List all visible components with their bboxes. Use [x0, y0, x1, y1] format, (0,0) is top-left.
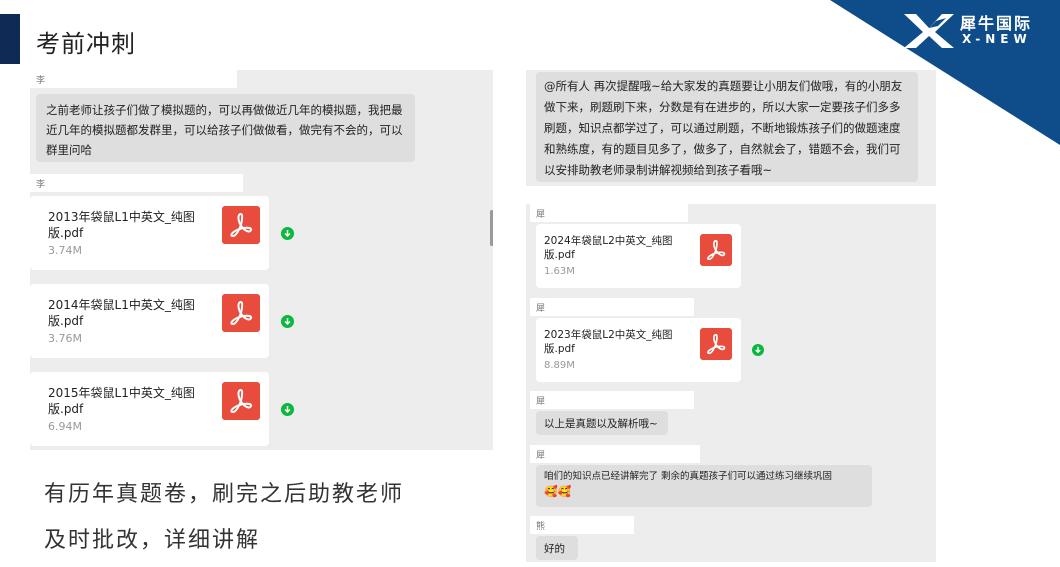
message-bubble: 之前老师让孩子们做了模拟题的，可以再做做近几年的模拟题，我把最近几年的模拟题都发… — [36, 94, 415, 162]
file-card[interactable]: 2014年袋鼠L1中英文_纯图版.pdf 3.76M — [30, 284, 269, 358]
file-card[interactable]: 2015年袋鼠L1中英文_纯图版.pdf 6.94M — [30, 372, 269, 446]
file-name: 2013年袋鼠L1中英文_纯图版.pdf — [48, 210, 195, 240]
chat-screenshot-right-bottom: 犀 2024年袋鼠L2中英文_纯图版.pdf 1.63M 犀 2023年袋鼠L2… — [526, 204, 936, 562]
message-text: 咱们的知识点已经讲解完了 剩余的真题孩子们可以通过练习继续巩固 — [544, 471, 833, 482]
sender-name: 犀 — [530, 298, 694, 316]
slide: 考前冲刺 犀牛国际 X-NEW 李 之前老师让孩子们做了模拟题的，可以再做做近几… — [0, 0, 1060, 567]
pdf-icon — [222, 382, 260, 420]
file-card[interactable]: 2013年袋鼠L1中英文_纯图版.pdf 3.74M — [30, 196, 269, 270]
scrollbar[interactable] — [490, 210, 493, 246]
file-name: 2015年袋鼠L1中英文_纯图版.pdf — [48, 386, 195, 416]
file-size: 3.76M — [48, 332, 82, 345]
title-accent-bar — [0, 14, 20, 64]
pdf-icon — [222, 206, 260, 244]
file-name: 2023年袋鼠L2中英文_纯图版.pdf — [544, 329, 673, 355]
file-card[interactable]: 2023年袋鼠L2中英文_纯图版.pdf 8.89M — [536, 318, 741, 382]
sender-name: 犀 — [530, 445, 700, 463]
message-bubble: 以上是真题以及解析哦~ — [536, 411, 668, 435]
chat-screenshot-left: 李 之前老师让孩子们做了模拟题的，可以再做做近几年的模拟题，我把最近几年的模拟题… — [30, 70, 493, 450]
sender-name: 李 — [30, 174, 243, 192]
pdf-icon — [222, 294, 260, 332]
brand-name-cn: 犀牛国际 — [960, 14, 1033, 33]
file-size: 8.89M — [544, 360, 575, 371]
file-name: 2014年袋鼠L1中英文_纯图版.pdf — [48, 298, 195, 328]
file-size: 3.74M — [48, 244, 82, 257]
download-icon[interactable] — [281, 315, 294, 328]
sender-name: 犀 — [530, 204, 688, 222]
chat-screenshot-right-top: @所有人 再次提醒哦~给大家发的真题要让小朋友们做哦，有的小朋友做下来，刷题刷下… — [526, 70, 936, 186]
emoji-icon: 🥰🥰 — [544, 485, 572, 498]
annotation-line-1: 有历年真题卷，刷完之后助教老师 — [44, 482, 405, 507]
message-bubble: 咱们的知识点已经讲解完了 剩余的真题孩子们可以通过练习继续巩固 🥰🥰 — [536, 465, 872, 507]
sender-name: 熊 — [530, 516, 634, 534]
annotation-line-2: 及时批改，详细讲解 — [44, 528, 261, 553]
message-bubble: @所有人 再次提醒哦~给大家发的真题要让小朋友们做哦，有的小朋友做下来，刷题刷下… — [536, 72, 918, 182]
sender-name: 李 — [30, 70, 237, 88]
slide-title: 考前冲刺 — [36, 30, 136, 58]
message-bubble: 好的 — [536, 536, 578, 560]
sender-name: 犀 — [530, 391, 694, 409]
download-icon[interactable] — [281, 227, 294, 240]
brand-name-en: X-NEW — [962, 32, 1032, 46]
brand-logo: 犀牛国际 X-NEW — [902, 8, 1052, 52]
download-icon[interactable] — [281, 403, 294, 416]
rhino-logo-icon — [904, 14, 954, 48]
file-card[interactable]: 2024年袋鼠L2中英文_纯图版.pdf 1.63M — [536, 224, 741, 288]
file-size: 1.63M — [544, 266, 575, 277]
file-size: 6.94M — [48, 420, 82, 433]
download-icon[interactable] — [752, 344, 764, 356]
pdf-icon — [700, 328, 732, 360]
file-name: 2024年袋鼠L2中英文_纯图版.pdf — [544, 235, 673, 261]
pdf-icon — [700, 234, 732, 266]
